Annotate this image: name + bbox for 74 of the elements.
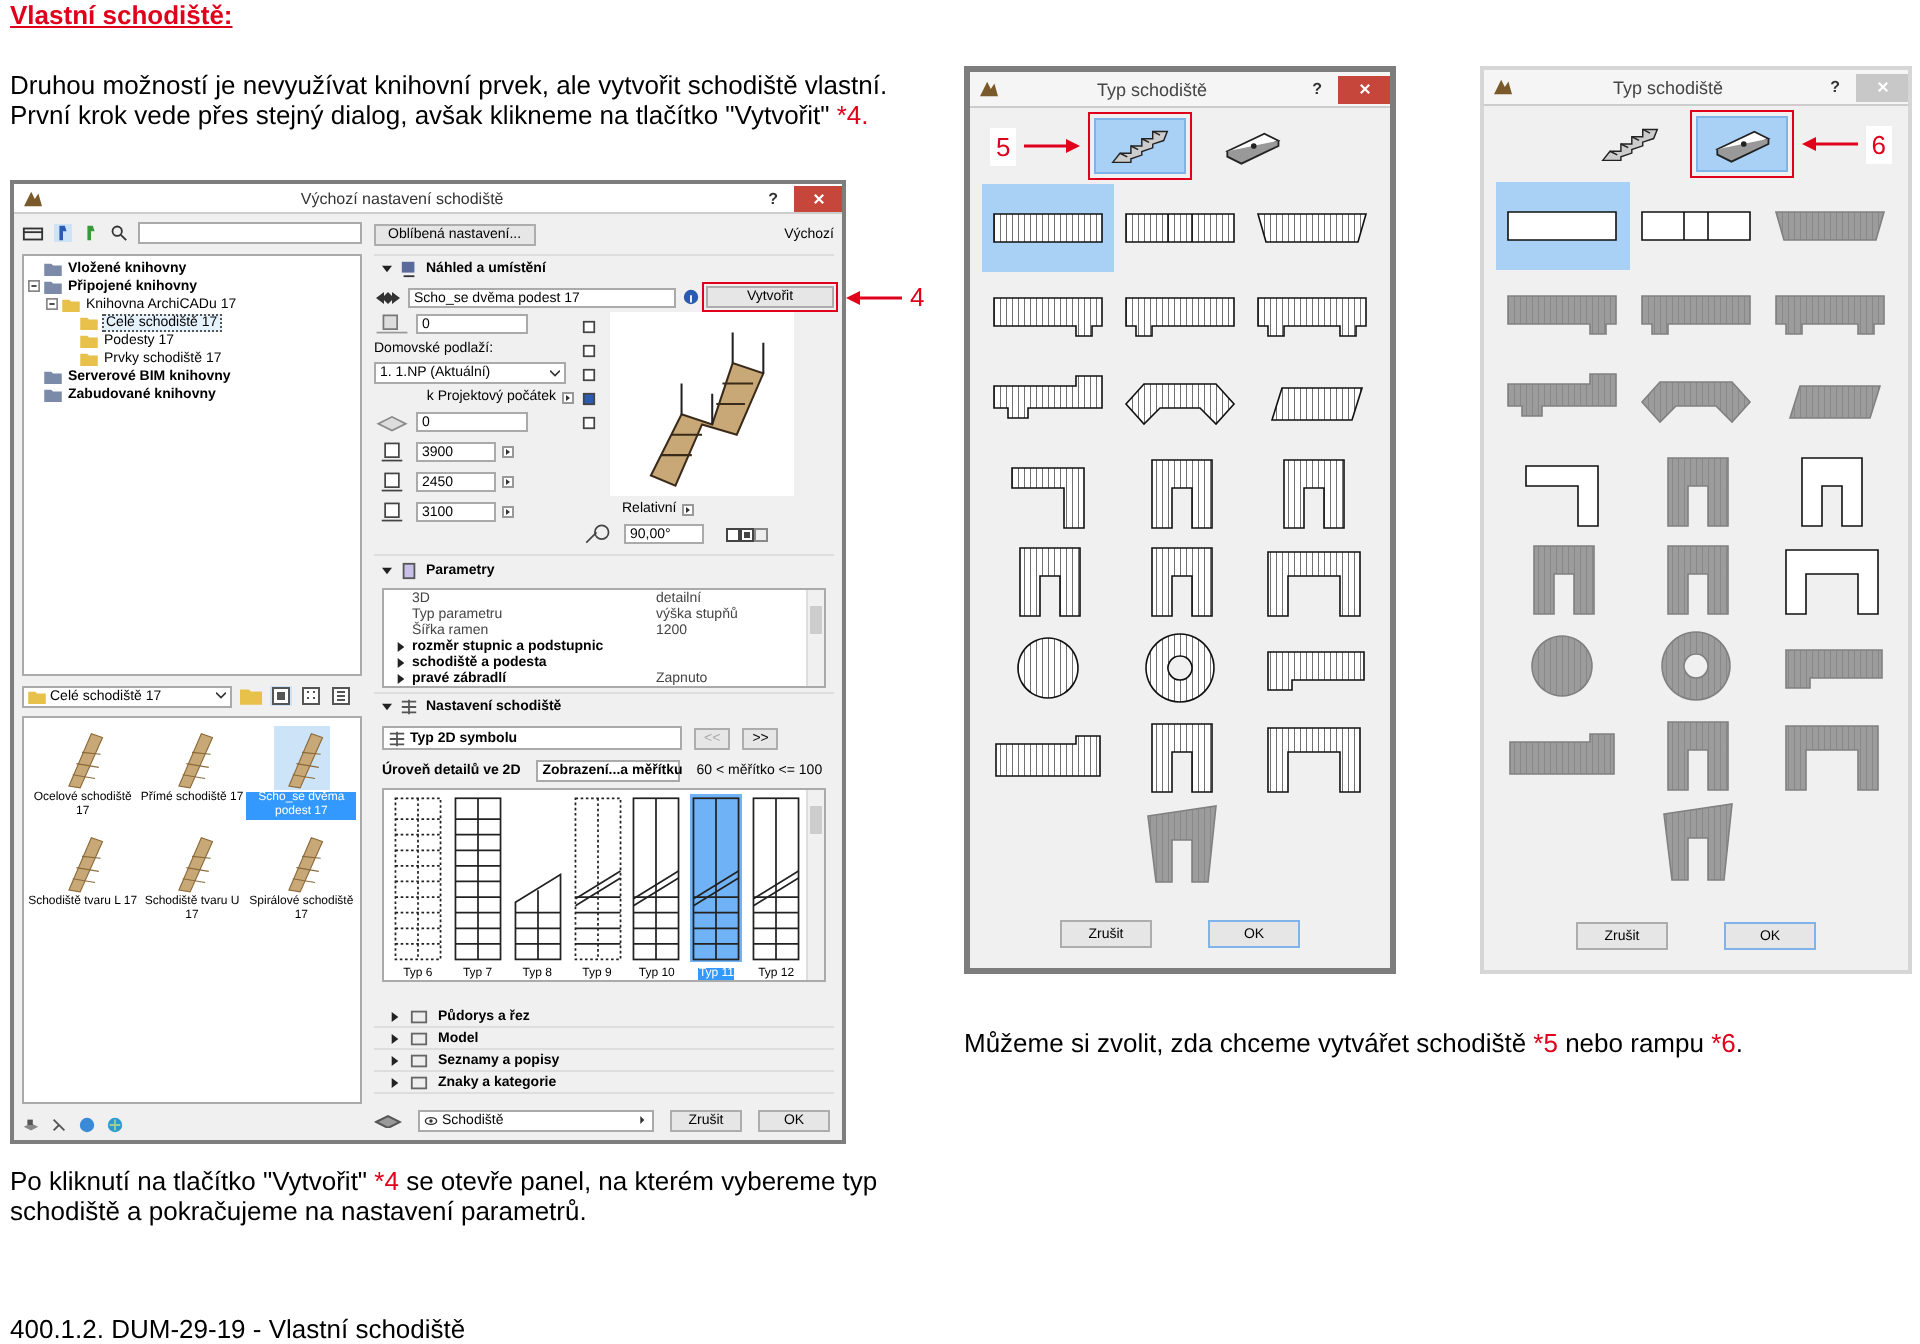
scrollbar[interactable] [806, 589, 824, 686]
section-icon [400, 259, 418, 278]
expand-toggle-icon[interactable] [390, 1055, 400, 1066]
callout-number: 4 [910, 284, 925, 312]
stairs-icon[interactable] [1108, 126, 1173, 166]
expand-toggle-icon[interactable] [382, 263, 392, 274]
section-icon [400, 698, 418, 717]
close-icon[interactable] [1357, 82, 1371, 96]
expand-toggle-icon[interactable] [382, 702, 392, 713]
stair-symbol-icon[interactable] [571, 793, 623, 962]
callout-arrow [1024, 138, 1081, 154]
panel-icon[interactable] [22, 223, 44, 244]
globe-icon[interactable] [106, 1115, 124, 1134]
list-view-icon[interactable] [330, 686, 352, 707]
scrollbar[interactable] [806, 789, 825, 981]
help-button[interactable]: ? [752, 189, 794, 207]
arrow-button-icon[interactable] [502, 506, 514, 519]
story-offset-icon [374, 410, 410, 435]
stair-symbol-icon[interactable] [690, 793, 743, 962]
arrow-button-icon[interactable] [562, 391, 574, 404]
prev-next-icon[interactable] [374, 289, 402, 306]
large-icons-view-icon[interactable] [270, 686, 292, 707]
eye-icon[interactable] [424, 1113, 438, 1128]
help-button[interactable]: ? [1814, 78, 1856, 96]
library-icon[interactable] [82, 224, 100, 243]
stair-symbol-icon[interactable] [630, 793, 683, 962]
app-logo-icon [1492, 78, 1514, 96]
window-title: Typ schodiště [1095, 79, 1210, 99]
callout-arrow [1801, 136, 1858, 152]
close-button[interactable] [794, 185, 842, 211]
arrow-button-icon[interactable] [682, 503, 695, 516]
offset-icon [374, 312, 410, 337]
search-field[interactable] [138, 222, 362, 245]
expand-toggle-icon[interactable] [390, 1011, 400, 1022]
app-logo-icon [22, 189, 44, 207]
mirror-options-icon[interactable] [726, 527, 770, 542]
ramp-mode-button[interactable] [1695, 116, 1788, 172]
heading: Vlastní schodiště: [10, 0, 233, 30]
app-logo-icon [978, 80, 1000, 98]
help-button[interactable]: ? [1296, 80, 1338, 98]
collapse-icon[interactable] [46, 298, 58, 311]
stair-symbol-icon[interactable] [750, 793, 803, 962]
stair-symbol-icon[interactable] [391, 793, 444, 962]
expand-toggle-icon[interactable] [390, 1033, 400, 1044]
document-footer: 400.1.2. DUM-29-19 - Vlastní schodiště [10, 1314, 466, 1344]
expand-toggle-icon[interactable] [382, 565, 392, 576]
expand-toggle-icon[interactable] [390, 1077, 400, 1088]
caret-icon[interactable] [638, 1116, 648, 1125]
search-icon[interactable] [110, 224, 128, 243]
globe-icon[interactable] [78, 1115, 96, 1134]
callout-number: 6 [1865, 125, 1892, 163]
caret-icon[interactable] [216, 692, 226, 701]
window-title: Typ schodiště [1611, 77, 1726, 97]
collapse-icon[interactable] [28, 280, 40, 293]
caret-icon[interactable] [550, 369, 560, 378]
callout-arrow [846, 290, 902, 306]
stair-symbol-icon[interactable] [451, 793, 504, 962]
stairs-icon[interactable] [1597, 124, 1662, 164]
caption-text: Můžeme si zvolit, zda chceme vytvářet schodiště *5 nebo rampu *6. [964, 1028, 1745, 1058]
close-button[interactable] [1338, 75, 1390, 103]
arrow-button-icon[interactable] [502, 446, 514, 459]
library-icon[interactable] [54, 224, 72, 243]
intro-paragraph: Druhou možností je nevyužívat knihovní prvek, ale vytvořit schodiště vlastní. První krok vede přes stejný dialog, avšak klikneme na tlačítko "Vytvořit" *4. [10, 70, 890, 130]
explanation-paragraph: Po kliknutí na tlačítko "Vytvořit" *4 se otevře panel, na kterém vybereme typ schodiště a pokračujeme na nastavení parametrů. [10, 1166, 880, 1226]
info-icon[interactable] [682, 288, 700, 307]
arrow-button-icon[interactable] [502, 476, 514, 489]
section-icon [400, 561, 418, 580]
window-title: Výchozí nastavení schodiště [298, 189, 506, 207]
stair-mode-button[interactable] [1094, 118, 1187, 174]
stair-thumbnail-icon[interactable] [273, 726, 330, 791]
small-icons-view-icon[interactable] [300, 686, 322, 707]
close-icon[interactable] [811, 191, 825, 205]
table-icon[interactable] [388, 729, 406, 748]
callout-number: 5 [990, 127, 1017, 165]
